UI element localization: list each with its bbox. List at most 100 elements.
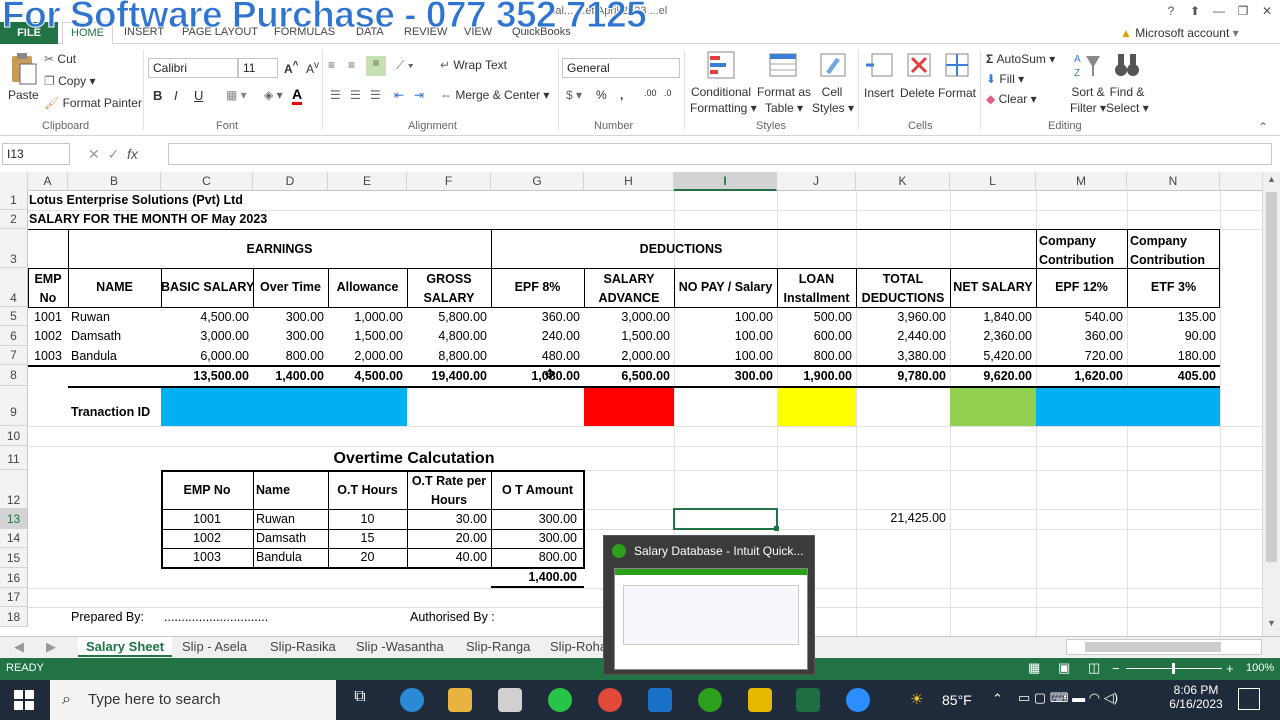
emp-epf[interactable]: 480.00 [491,349,580,364]
decrease-decimal-icon[interactable]: .0 [664,88,672,98]
emp-epf12[interactable]: 360.00 [1036,329,1123,344]
emp-nopay[interactable]: 100.00 [674,310,773,325]
col-header-f[interactable]: F [407,172,491,191]
emp-net[interactable]: 5,420.00 [950,349,1032,364]
col-header-d[interactable]: D [253,172,328,191]
row-header[interactable]: 16 [0,568,28,588]
emp-name[interactable]: Damsath [71,329,121,344]
store-icon[interactable] [498,688,522,712]
fill-button[interactable]: ⬇ Fill ▾ [986,72,1024,86]
decrease-indent-icon[interactable]: ⇤ [394,88,404,102]
emp-gross[interactable]: 4,800.00 [407,329,487,344]
formula-input[interactable] [168,143,1272,165]
el-app-icon[interactable] [748,688,772,712]
emp-gross[interactable]: 8,800.00 [407,349,487,364]
select-all-corner[interactable] [0,172,28,191]
format-painter-button[interactable]: 🖌 Format Painter [44,96,142,110]
conditional-formatting-icon[interactable] [706,50,736,80]
popup-thumbnail[interactable] [614,568,808,670]
row-header[interactable]: 10 [0,426,28,446]
cut-button[interactable]: ✂ Cut [44,52,76,66]
col-header-a[interactable]: A [28,172,68,191]
emp-ot[interactable]: 300.00 [253,310,324,325]
restore-ribbon-icon[interactable]: ⬆ [1184,2,1206,20]
emp-no[interactable]: 1003 [28,349,68,364]
sort-filter-button[interactable]: Sort & Filter ▾ [1068,84,1108,116]
task-view-icon[interactable]: ⧉ [348,688,372,712]
row-header[interactable]: 2 [0,210,28,229]
emp-loan[interactable]: 800.00 [777,349,852,364]
taskbar-search-box[interactable]: ⌕ Type here to search [50,680,336,720]
ot-name[interactable]: Bandula [256,550,302,565]
maximize-icon[interactable]: ❐ [1232,2,1254,20]
row-header[interactable]: 12 [0,470,28,509]
weather-icon[interactable]: ☀ [910,690,923,708]
emp-basic[interactable]: 3,000.00 [161,329,249,344]
outlook-icon[interactable] [648,688,672,712]
col-header-h[interactable]: H [584,172,674,191]
align-top-icon[interactable]: ≡ [328,58,335,72]
ot-name[interactable]: Ruwan [256,512,295,527]
emp-etf[interactable]: 180.00 [1127,349,1216,364]
cancel-icon[interactable]: ✕ [88,146,100,162]
row-header[interactable]: 5 [0,307,28,326]
help-button[interactable]: ? [1160,2,1182,20]
ot-emp[interactable]: 1001 [161,512,253,527]
ot-hours[interactable]: 15 [328,531,407,546]
total-loan[interactable]: 1,900.00 [777,369,852,384]
weather-temp[interactable]: 85°F [942,692,972,708]
ot-rate[interactable]: 20.00 [407,531,487,546]
find-select-button[interactable]: Find & Select ▾ [1106,84,1149,116]
transaction-id-cell-mn[interactable] [1036,386,1220,426]
transaction-id-cell-j[interactable] [777,386,856,426]
emp-total-deductions[interactable]: 3,380.00 [856,349,946,364]
name-box[interactable]: I13 [2,143,70,165]
transaction-id-cell-d[interactable] [253,386,328,426]
paste-icon[interactable] [8,52,38,85]
total-basic[interactable]: 13,500.00 [161,369,249,384]
emp-epf12[interactable]: 540.00 [1036,310,1123,325]
row-header[interactable]: 4 [0,268,28,307]
enter-icon[interactable]: ✓ [108,146,120,162]
col-header-l[interactable]: L [950,172,1036,191]
page-layout-icon[interactable]: ▣ [1058,660,1070,676]
clock[interactable]: 8:06 PM 6/16/2023 [1160,683,1232,711]
align-center-icon[interactable]: ☰ [350,88,361,102]
row-header[interactable]: 3 [0,229,28,268]
format-as-table-button[interactable]: Format as Table ▾ [756,84,812,116]
total-nopay[interactable]: 300.00 [674,369,773,384]
total-epf[interactable]: 1,080.00 [491,369,580,384]
insert-icon[interactable] [864,50,894,80]
emp-etf[interactable]: 90.00 [1127,329,1216,344]
align-left-icon[interactable]: ☰ [330,88,341,102]
ot-amount[interactable]: 300.00 [491,512,577,527]
tab-scroll-left-icon[interactable]: ◀ [6,637,32,657]
emp-basic[interactable]: 6,000.00 [161,349,249,364]
font-name-select[interactable]: Calibri [148,58,238,78]
format-as-table-icon[interactable] [768,50,798,80]
active-cell-i13[interactable] [673,508,778,530]
align-bottom-icon[interactable]: ≡ [366,56,386,76]
zoom-slider[interactable] [1172,663,1175,674]
total-ot[interactable]: 1,400.00 [253,369,324,384]
emp-loan[interactable]: 600.00 [777,329,852,344]
zoom-level[interactable]: 100% [1246,662,1274,674]
underline-button[interactable]: U [194,88,203,103]
number-format-select[interactable]: General [562,58,680,78]
emp-ot[interactable]: 800.00 [253,349,324,364]
bold-button[interactable]: B [153,88,162,103]
quickbooks-icon[interactable] [698,688,722,712]
page-break-icon[interactable]: ◫ [1088,660,1100,676]
paste-label[interactable]: Paste [8,88,39,102]
sheet-tab-slip-rasika[interactable]: Slip-Rasika [262,637,344,657]
emp-etf[interactable]: 135.00 [1127,310,1216,325]
total-deductions[interactable]: 9,780.00 [856,369,946,384]
delete-icon[interactable] [904,50,934,80]
emp-epf12[interactable]: 720.00 [1036,349,1123,364]
binoculars-icon[interactable] [1112,50,1142,80]
col-header-m[interactable]: M [1036,172,1127,191]
row-header[interactable]: 1 [0,191,28,210]
emp-total-deductions[interactable]: 3,960.00 [856,310,946,325]
emp-ot[interactable]: 300.00 [253,329,324,344]
autosum-button[interactable]: Σ AutoSum ▾ [986,52,1055,66]
